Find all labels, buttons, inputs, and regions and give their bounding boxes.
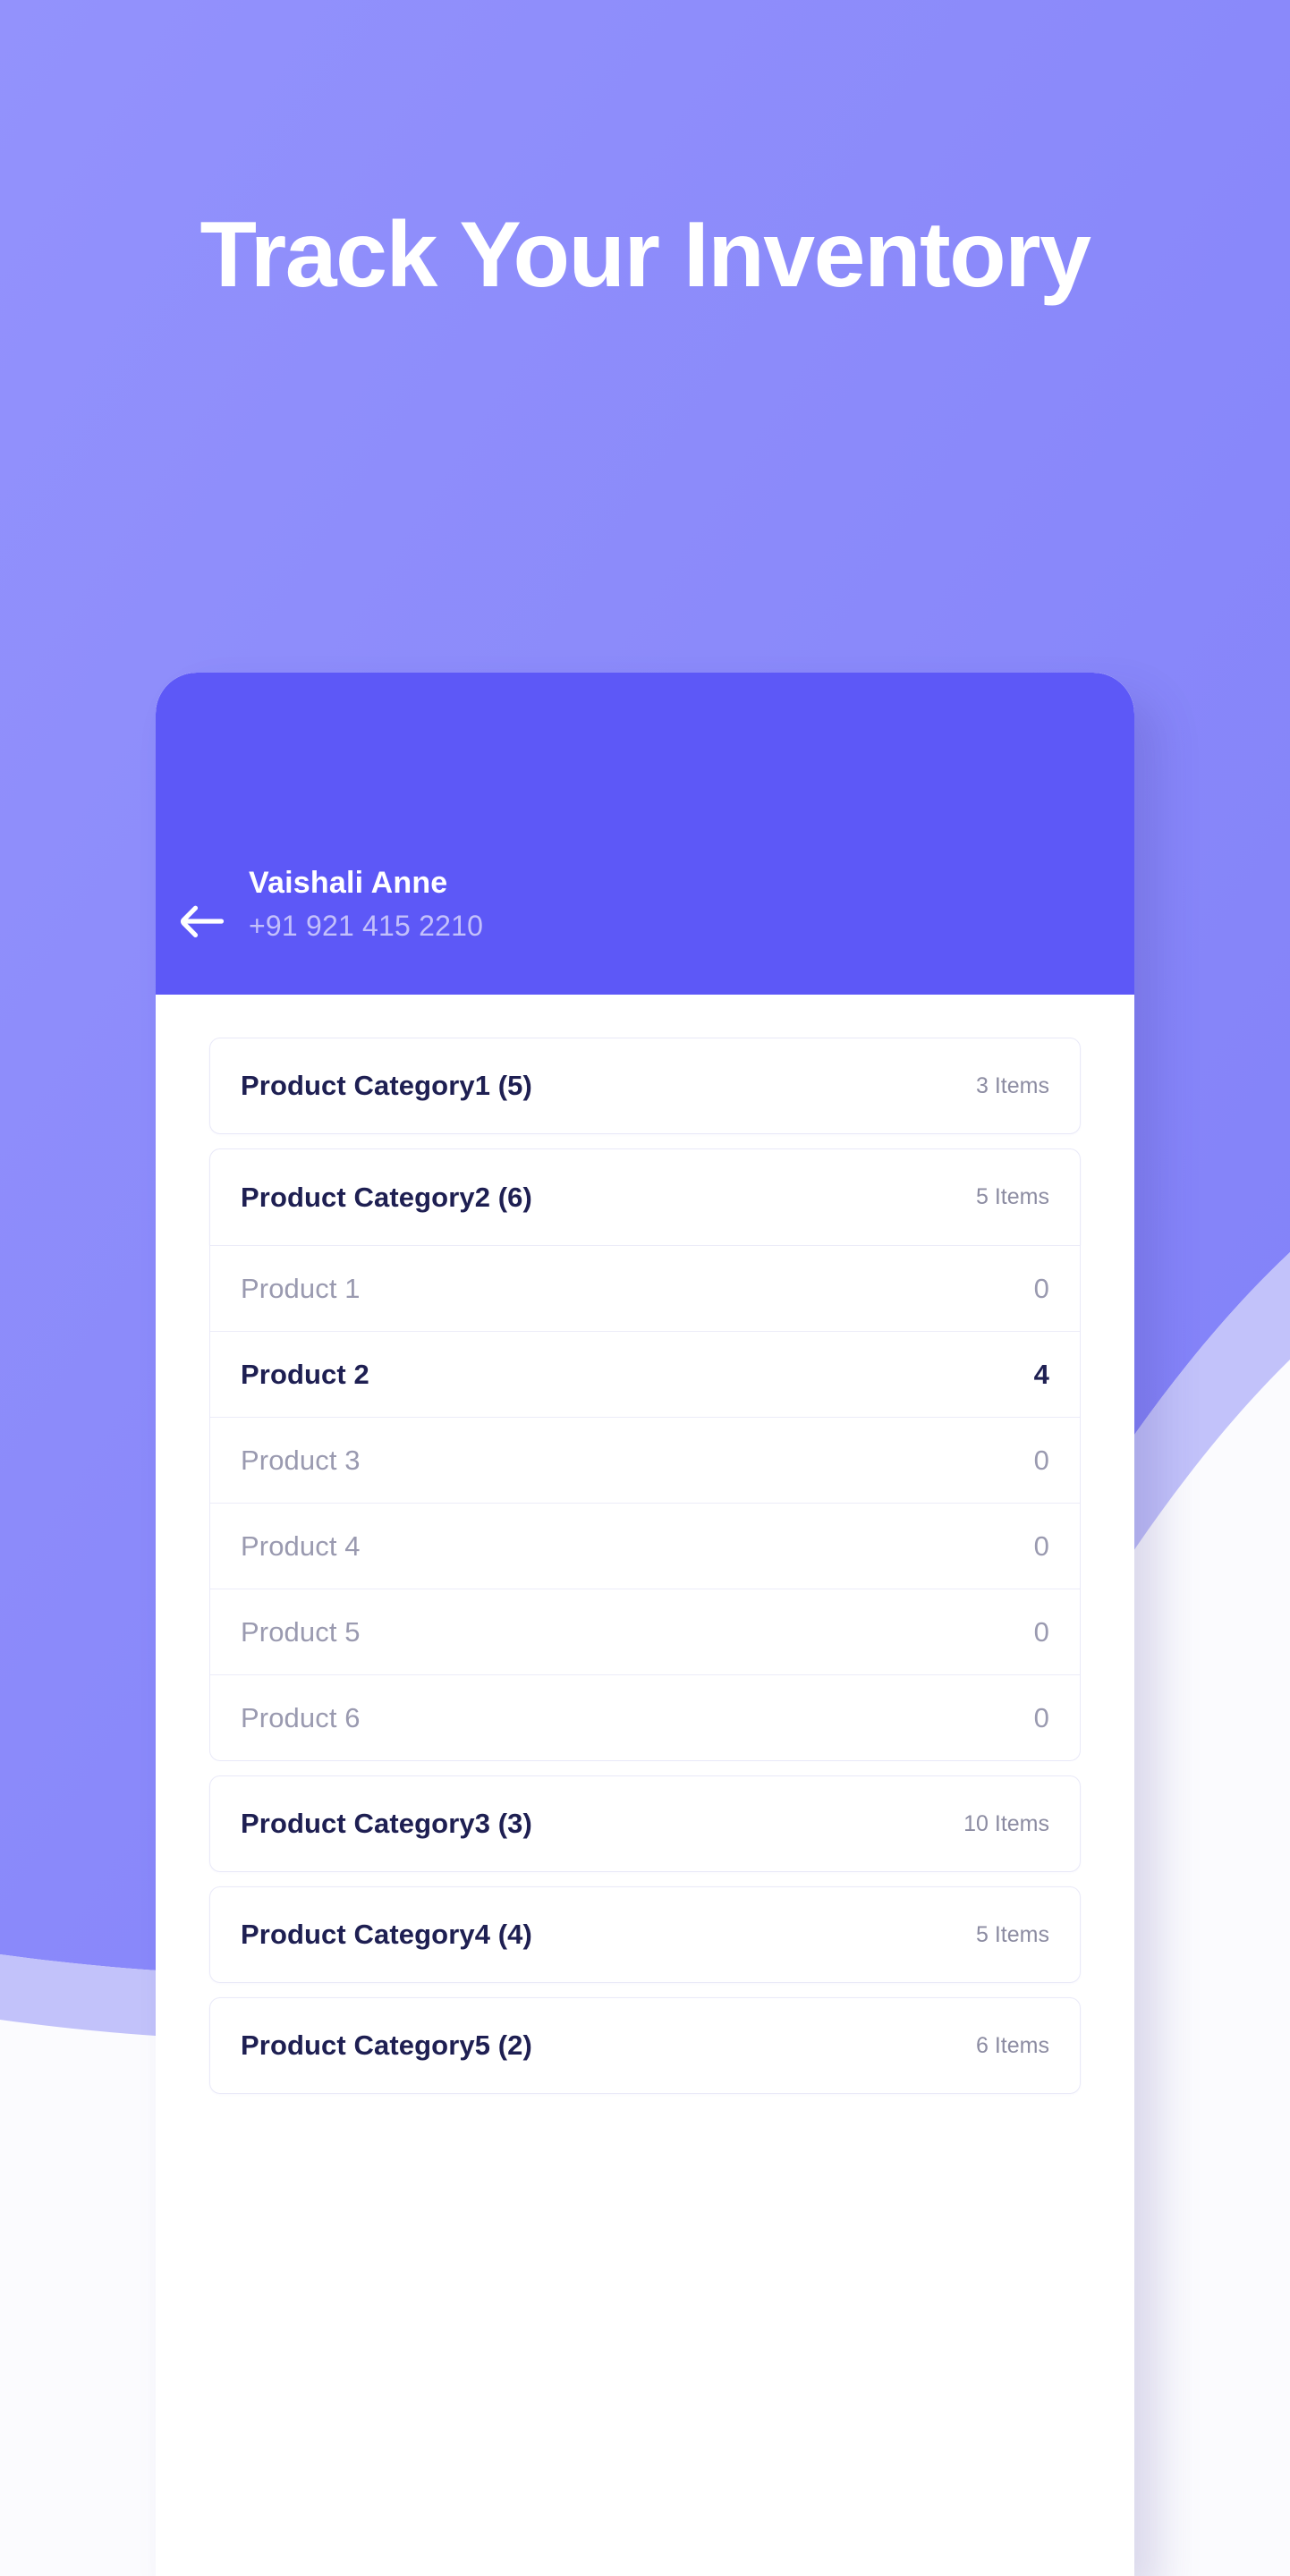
category-row[interactable]: Product Category4 (4) 5 Items xyxy=(209,1886,1081,1983)
product-quantity: 0 xyxy=(1033,1615,1049,1648)
product-row[interactable]: Product 4 0 xyxy=(210,1503,1080,1589)
product-row[interactable]: Product 5 0 xyxy=(210,1589,1080,1674)
hero: Track Your Inventory xyxy=(0,208,1290,302)
product-name: Product 2 xyxy=(241,1358,369,1390)
product-name: Product 3 xyxy=(241,1444,361,1476)
product-row[interactable]: Product 1 0 xyxy=(210,1245,1080,1331)
category-name: Product Category4 (4) xyxy=(241,1919,532,1950)
product-name: Product 4 xyxy=(241,1530,361,1562)
phone-mockup: Vaishali Anne +91 921 415 2210 Product C… xyxy=(156,673,1134,2576)
product-quantity: 0 xyxy=(1033,1444,1049,1476)
arrow-left-icon xyxy=(180,905,225,937)
category-name: Product Category2 (6) xyxy=(241,1181,532,1213)
product-name: Product 6 xyxy=(241,1701,361,1733)
header-text-block: Vaishali Anne +91 921 415 2210 xyxy=(249,866,483,943)
category-row[interactable]: Product Category3 (3) 10 Items xyxy=(209,1775,1081,1872)
category-row[interactable]: Product Category1 (5) 3 Items xyxy=(209,1038,1081,1134)
product-quantity: 4 xyxy=(1033,1358,1049,1390)
product-row[interactable]: Product 2 4 xyxy=(210,1331,1080,1417)
user-phone: +91 921 415 2210 xyxy=(249,910,484,942)
product-name: Product 5 xyxy=(241,1615,361,1648)
page-title: Track Your Inventory xyxy=(199,203,1091,307)
product-group: Product 1 0 Product 2 4 Product 3 0 Product 4 0… xyxy=(209,1245,1081,1761)
category-item-count: 10 Items xyxy=(963,1810,1049,1836)
category-item-count: 5 Items xyxy=(976,1184,1049,1209)
app-header: Vaishali Anne +91 921 415 2210 xyxy=(156,673,1134,995)
product-quantity: 0 xyxy=(1033,1701,1049,1733)
category-name: Product Category3 (3) xyxy=(241,1808,532,1839)
category-row[interactable]: Product Category2 (6) 5 Items xyxy=(209,1148,1081,1245)
product-quantity: 0 xyxy=(1033,1530,1049,1562)
category-name: Product Category1 (5) xyxy=(241,1070,532,1101)
product-row[interactable]: Product 6 0 xyxy=(210,1674,1080,1760)
screenshot-stage: Track Your Inventory Vaishali Anne +91 9… xyxy=(0,0,1290,2576)
back-button[interactable] xyxy=(156,905,249,943)
category-item-count: 3 Items xyxy=(976,1072,1049,1098)
inventory-list: Product Category1 (5) 3 Items Product Cate… xyxy=(156,995,1134,2108)
product-name: Product 1 xyxy=(241,1272,361,1304)
product-quantity: 0 xyxy=(1033,1272,1049,1304)
category-item-count: 6 Items xyxy=(976,2032,1049,2058)
user-name: Vaishali Anne xyxy=(249,866,448,900)
category-item-count: 5 Items xyxy=(976,1921,1049,1947)
category-row[interactable]: Product Category5 (2) 6 Items xyxy=(209,1997,1081,2094)
product-row[interactable]: Product 3 0 xyxy=(210,1417,1080,1503)
category-name: Product Category5 (2) xyxy=(241,2029,532,2061)
